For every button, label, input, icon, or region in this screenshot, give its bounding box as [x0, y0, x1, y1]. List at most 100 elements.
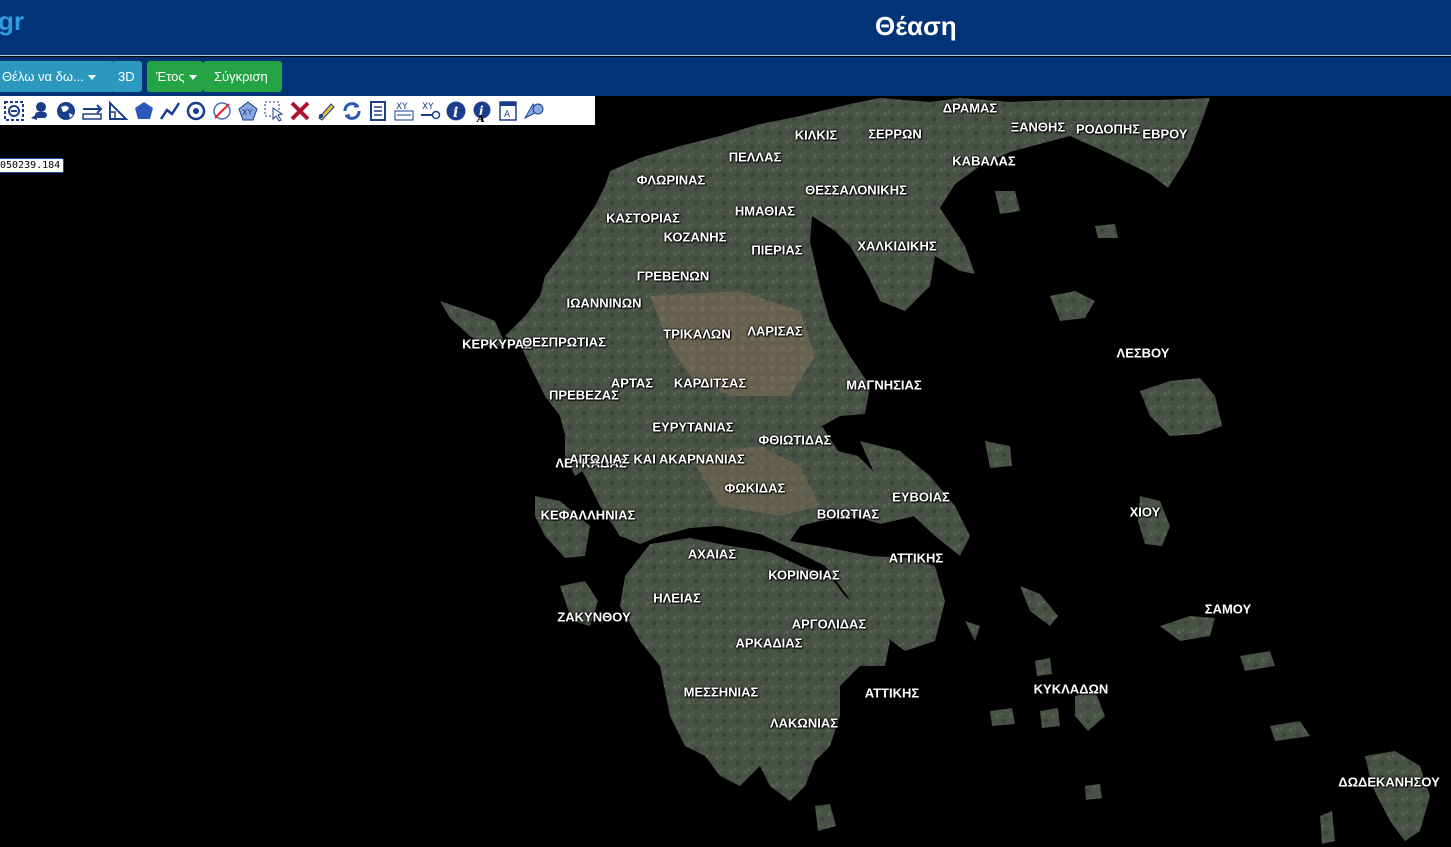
no-draw-icon[interactable] [210, 98, 234, 124]
zoom-extent-icon[interactable] [2, 98, 26, 124]
island-andros [1020, 586, 1058, 626]
region-label: ΚΕΦΑΛΛΗΝΙΑΣ [540, 507, 636, 523]
region-label: ΕΒΡΟΥ [1142, 126, 1188, 142]
coordinate-readout: 050239.184 [0, 158, 65, 173]
svg-text:i: i [453, 105, 458, 121]
region-label: ΕΥΡΥΤΑΝΙΑΣ [652, 419, 734, 435]
year-menu-dropdown[interactable]: Έτος [147, 61, 203, 92]
region-label: ΣΑΜΟΥ [1204, 601, 1252, 617]
info-text-icon[interactable]: iA [470, 98, 494, 124]
island-paros [1040, 708, 1060, 728]
region-label: ΚΥΚΛΑΔΩΝ [1033, 681, 1109, 697]
year-menu-label: Έτος [156, 69, 185, 84]
region-label: ΛΑΚΩΝΙΑΣ [769, 715, 839, 731]
island-karpathos [1320, 811, 1335, 844]
app-logo[interactable]: gr [0, 6, 24, 37]
island-samothraki [1095, 224, 1118, 238]
island-kefalonia [535, 496, 590, 558]
region-label: ΤΡΙΚΑΛΩΝ [663, 326, 731, 342]
svg-text:A: A [476, 114, 485, 122]
island-salamina [965, 621, 980, 641]
island-kos [1270, 721, 1310, 741]
region-label: ΑΡΚΑΔΙΑΣ [735, 635, 803, 651]
island-skyros [985, 441, 1012, 468]
select-icon[interactable] [262, 98, 286, 124]
island-ikaria [1240, 651, 1275, 671]
world-icon[interactable] [54, 98, 78, 124]
map-canvas[interactable]: ΔΡΑΜΑΣ ΞΑΝΘΗΣ ΡΟΔΟΠΗΣ ΕΒΡΟΥ ΚΙΛΚΙΣ ΣΕΡΡΩΝ ΠΕΛΛ… [0, 96, 1451, 847]
svg-text:XY: XY [242, 108, 252, 117]
region-label: ΘΕΣΠΡΩΤΙΑΣ [522, 334, 606, 350]
region-label: ΓΡΕΒΕΝΩΝ [636, 268, 710, 284]
info-icon[interactable]: i [444, 98, 468, 124]
region-label: ΖΑΚΥΝΘΟΥ [557, 609, 631, 625]
region-label: ΚΟΡΙΝΘΙΑΣ [768, 567, 840, 583]
view-menu-label: Θέλω να δω... [2, 69, 84, 84]
region-label: ΗΛΕΙΑΣ [653, 590, 701, 606]
island-syros [1035, 658, 1052, 676]
document-icon[interactable] [366, 98, 390, 124]
shape-select-icon[interactable] [522, 98, 546, 124]
region-label: ΗΜΑΘΙΑΣ [734, 203, 796, 219]
xy-point-icon[interactable]: XY [236, 98, 260, 124]
region-label: ΧΙΟΥ [1129, 504, 1161, 520]
island-chios [1138, 496, 1170, 546]
region-label: ΜΕΣΣΗΝΙΑΣ [683, 684, 759, 700]
measure-angle-icon[interactable] [106, 98, 130, 124]
region-label: ΞΑΝΘΗΣ [1010, 119, 1066, 135]
region-label: ΑΡΓΟΛΙΔΑΣ [791, 616, 867, 632]
measure-distance-icon[interactable] [80, 98, 104, 124]
region-label: ΘΕΣΣΑΛΟΝΙΚΗΣ [805, 182, 907, 198]
island-kythira [815, 804, 836, 831]
island-naxos [1075, 691, 1105, 731]
map-toolbar: XY XY XY i iA A [0, 96, 595, 125]
view-menu-dropdown[interactable]: Θέλω να δω... [0, 61, 114, 92]
xy-list-icon[interactable]: XY [392, 98, 416, 124]
page-title: Θέαση [875, 11, 957, 41]
polyline-icon[interactable] [158, 98, 182, 124]
region-label: ΑΧΑΙΑΣ [687, 546, 737, 562]
view-3d-button[interactable]: 3D [112, 61, 142, 92]
chevron-down-icon [188, 75, 197, 81]
circle-target-icon[interactable] [184, 98, 208, 124]
region-label: ΠΡΕΒΕΖΑΣ [549, 387, 619, 403]
mainland-greece [505, 98, 1210, 651]
xy-goto-icon[interactable]: XY [418, 98, 442, 124]
island-rhodes [1365, 751, 1430, 841]
region-label: ΠΕΛΛΑΣ [728, 149, 782, 165]
pan-user-icon[interactable] [28, 98, 52, 124]
region-label: ΚΟΖΑΝΗΣ [663, 229, 727, 245]
map-label-icon[interactable]: A [496, 98, 520, 124]
region-label: ΔΡΑΜΑΣ [942, 100, 998, 116]
chevron-down-icon [87, 75, 96, 81]
compare-button[interactable]: Σύγκριση [203, 61, 282, 92]
polygon-icon[interactable] [132, 98, 156, 124]
region-label: ΦΘΙΩΤΙΔΑΣ [758, 432, 832, 448]
island-santorini [1085, 784, 1102, 800]
region-label: ΑΙΤΩΛΙΑΣ ΚΑΙ ΑΚΑΡΝΑΝΙΑΣ [569, 451, 745, 467]
svg-text:A: A [504, 110, 511, 120]
region-label: ΜΑΓΝΗΣΙΑΣ [846, 377, 922, 393]
region-label: ΡΟΔΟΠΗΣ [1075, 121, 1141, 137]
refresh-icon[interactable] [340, 98, 364, 124]
main-navbar: Θέλω να δω... 3D Έτος Σύγκριση [0, 57, 1451, 96]
edit-icon[interactable] [314, 98, 338, 124]
island-lesvos [1140, 378, 1222, 436]
region-label: ΑΤΤΙΚΗΣ [888, 550, 944, 566]
region-label: ΕΥΒΟΙΑΣ [892, 489, 950, 505]
island-milos [990, 708, 1015, 726]
compare-label: Σύγκριση [214, 69, 268, 84]
region-label: ΑΤΤΙΚΗΣ [864, 685, 920, 701]
island-thasos [995, 191, 1020, 214]
region-label: ΙΩΑΝΝΙΝΩΝ [566, 295, 642, 311]
region-label: ΠΙΕΡΙΑΣ [751, 242, 803, 258]
region-label: ΚΑΡΔΙΤΣΑΣ [673, 375, 747, 391]
region-label: ΔΩΔΕΚΑΝΗΣΟΥ [1338, 774, 1440, 790]
region-label: ΚΙΛΚΙΣ [794, 127, 838, 143]
region-label: ΧΑΛΚΙΔΙΚΗΣ [857, 238, 937, 254]
region-label: ΣΕΡΡΩΝ [868, 126, 922, 142]
clear-icon[interactable] [288, 98, 312, 124]
island-samos [1160, 616, 1215, 641]
satellite-imagery [440, 98, 1430, 844]
region-label: ΛΑΡΙΣΑΣ [747, 323, 803, 339]
